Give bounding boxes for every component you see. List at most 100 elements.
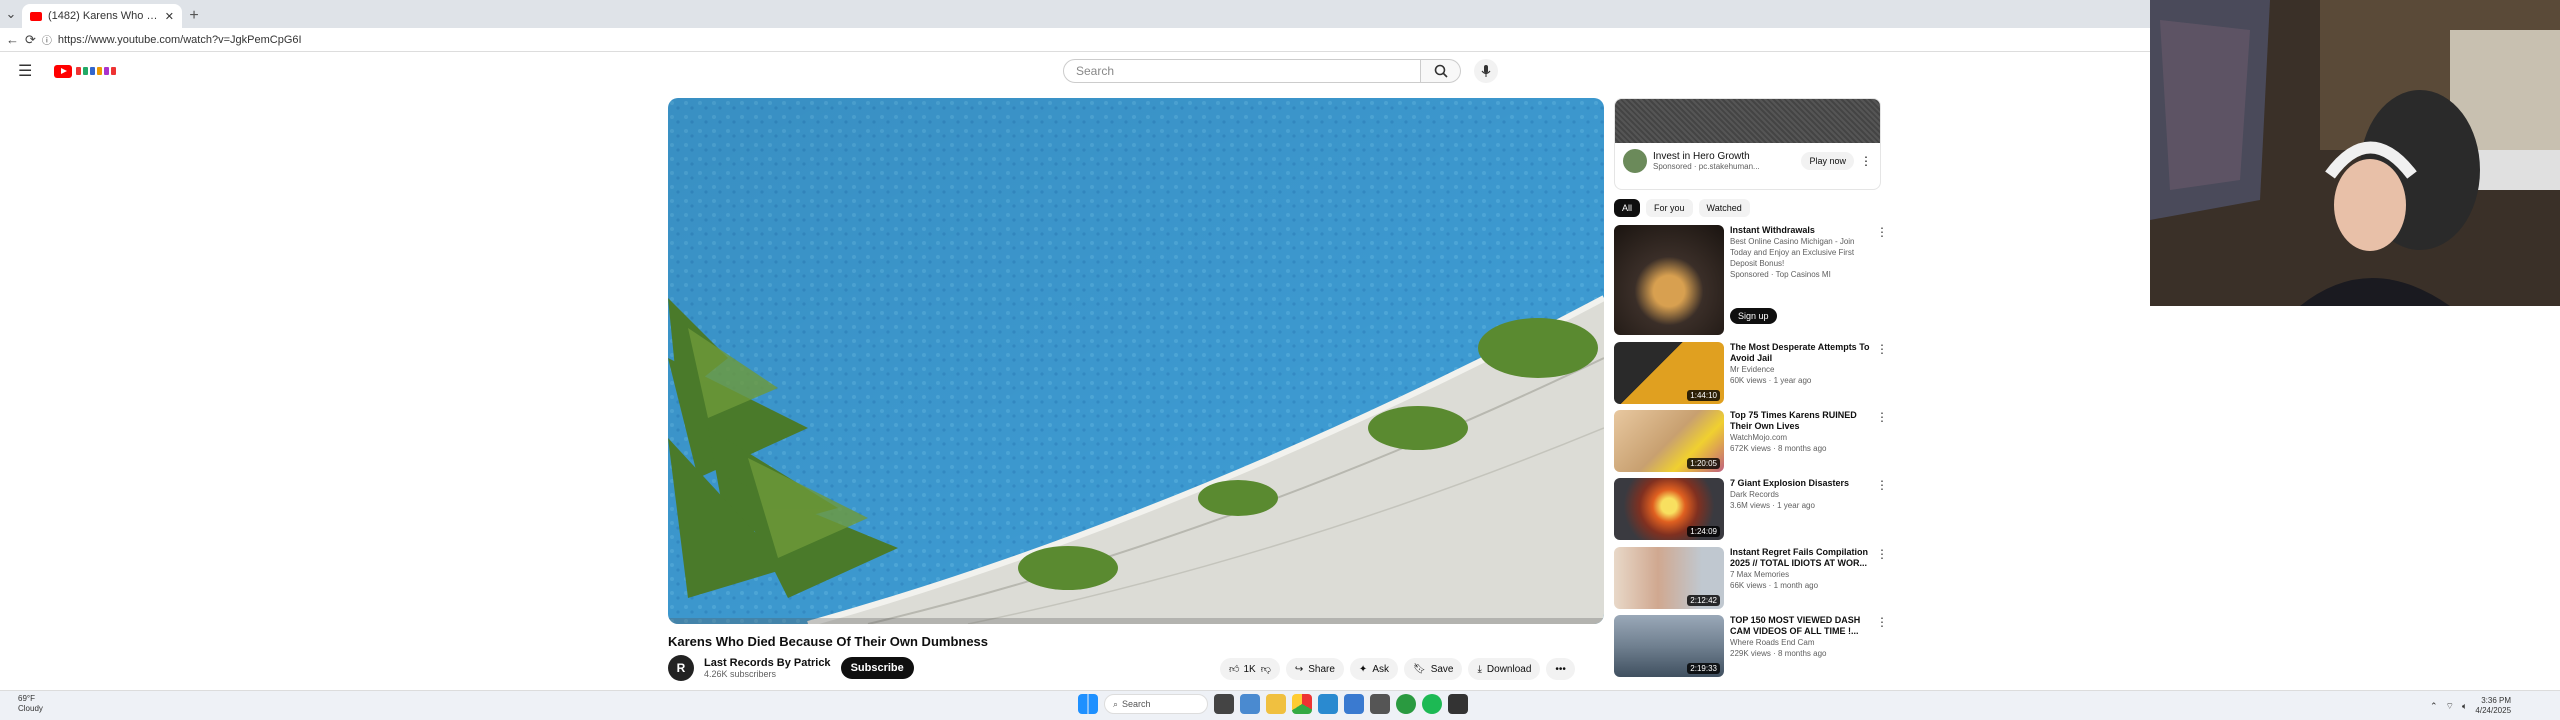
date: 4/24/2025 [2475, 706, 2512, 715]
microphone-icon [1481, 65, 1491, 77]
list-item[interactable]: Instant Withdrawals Best Online Casino M… [1614, 225, 1888, 335]
channel-info: Last Records By Patrick 4.26K subscriber… [704, 657, 831, 679]
ask-button[interactable]: ✦ Ask [1349, 658, 1398, 680]
video-thumbnail[interactable]: 2:12:42 [1614, 547, 1724, 609]
rec-title: Instant Withdrawals [1730, 225, 1815, 235]
clock[interactable]: 3:36 PM 4/24/2025 [2475, 696, 2511, 716]
app-icon[interactable] [1448, 694, 1468, 714]
list-item[interactable]: 2:19:33 TOP 150 MOST VIEWED DASH CAM VID… [1614, 615, 1888, 677]
site-info-icon[interactable]: ⓘ [42, 32, 52, 47]
tab-title: (1482) Karens Who Died Beca... [48, 10, 159, 22]
video-frame [668, 98, 1604, 624]
share-label: Share [1308, 663, 1335, 675]
list-item[interactable]: 1:20:05 Top 75 Times Karens RUINED Their… [1614, 410, 1888, 472]
taskbar-search[interactable]: ⌕ Search [1104, 694, 1208, 714]
volume-icon[interactable]: 🔈︎ [2462, 701, 2467, 712]
save-button[interactable]: 🔖︎ Save [1403, 658, 1463, 680]
kebab-icon[interactable]: ⋮ [1876, 225, 1888, 335]
rec-title: TOP 150 MOST VIEWED DASH CAM VIDEOS OF A… [1730, 615, 1861, 636]
weather-widget[interactable]: 69°F Cloudy [18, 694, 43, 714]
rec-meta: 3.6M views · 1 year ago [1730, 501, 1815, 510]
share-button[interactable]: ↪ Share [1285, 658, 1344, 680]
webcam-image [2150, 0, 2560, 306]
ask-label: Ask [1372, 663, 1389, 675]
xbox-icon[interactable] [1396, 694, 1416, 714]
chevron-up-icon[interactable]: ⌃ [2430, 701, 2438, 712]
rec-channel: 7 Max Memories [1730, 570, 1790, 579]
thumbs-down-icon: 👎︎ [1260, 664, 1271, 675]
search-button[interactable] [1421, 59, 1461, 83]
like-dislike-group: 👍︎ 1K 👎︎ [1220, 658, 1280, 680]
reload-icon[interactable]: ⟳ [25, 32, 36, 48]
chip-for-you[interactable]: For you [1646, 199, 1693, 217]
video-thumbnail[interactable]: 1:44:10 [1614, 342, 1724, 404]
chrome-icon[interactable] [1292, 694, 1312, 714]
search-input[interactable]: Search [1063, 59, 1421, 83]
rec-title: Top 75 Times Karens RUINED Their Own Liv… [1730, 410, 1857, 431]
channel-name[interactable]: Last Records By Patrick [704, 657, 831, 669]
calculator-icon[interactable] [1370, 694, 1390, 714]
doodle-logo-icon [76, 67, 117, 75]
tab-list-chevron-icon[interactable]: ⌄ [0, 0, 22, 28]
windows-start-icon[interactable] [1078, 694, 1098, 714]
bookmark-icon: 🔖︎ [1412, 663, 1426, 675]
app-icon[interactable] [1344, 694, 1364, 714]
video-thumbnail[interactable]: 1:20:05 [1614, 410, 1724, 472]
rec-channel: Mr Evidence [1730, 365, 1775, 374]
video-thumbnail[interactable] [1614, 225, 1724, 335]
subscriber-count: 4.26K subscribers [704, 669, 777, 679]
back-icon[interactable]: ← [6, 32, 19, 47]
list-item[interactable]: 1:44:10 The Most Desperate Attempts To A… [1614, 342, 1888, 404]
ad-play-button[interactable]: Play now [1801, 152, 1854, 170]
voice-search-button[interactable] [1474, 59, 1498, 83]
close-tab-icon[interactable]: ✕ [165, 10, 174, 23]
address-bar: ← ⟳ ⓘ https://www.youtube.com/watch?v=Jg… [0, 28, 2150, 52]
sponsored-ad-card[interactable]: Invest in Hero Growth Sponsored · pc.sta… [1614, 98, 1881, 190]
more-actions-button[interactable]: ••• [1546, 658, 1575, 680]
taskbar-search-label: Search [1122, 699, 1151, 709]
channel-row: R Last Records By Patrick 4.26K subscrib… [668, 655, 914, 681]
duration-badge: 1:44:10 [1687, 390, 1720, 401]
dislike-button[interactable]: 👎︎ [1261, 663, 1271, 675]
edge-icon[interactable] [1240, 694, 1260, 714]
url-field[interactable]: https://www.youtube.com/watch?v=JgkPemCp… [58, 34, 302, 46]
new-tab-button[interactable]: + [182, 4, 206, 28]
download-label: Download [1486, 663, 1532, 675]
spotify-icon[interactable] [1422, 694, 1442, 714]
rec-channel: WatchMojo.com [1730, 433, 1788, 442]
chip-watched[interactable]: Watched [1698, 199, 1750, 217]
channel-avatar[interactable]: R [668, 655, 694, 681]
video-actions: 👍︎ 1K 👎︎ ↪ Share ✦ Ask 🔖︎ Save ⤓ Downloa… [1220, 658, 1575, 680]
kebab-icon[interactable]: ⋮ [1876, 615, 1888, 677]
network-icon[interactable]: ⌔ [2446, 701, 2454, 712]
like-count: 1K [1243, 663, 1256, 675]
ad-kebab-icon[interactable]: ⋮ [1860, 154, 1872, 168]
download-button[interactable]: ⤓ Download [1468, 658, 1541, 680]
browser-tab[interactable]: (1482) Karens Who Died Beca... ✕ [22, 4, 182, 28]
menu-icon[interactable]: ☰ [18, 61, 32, 81]
kebab-icon[interactable]: ⋮ [1876, 342, 1888, 404]
task-view-icon[interactable] [1214, 694, 1234, 714]
file-explorer-icon[interactable] [1266, 694, 1286, 714]
kebab-icon[interactable]: ⋮ [1876, 410, 1888, 472]
browser-icon[interactable] [1318, 694, 1338, 714]
youtube-play-icon [54, 64, 73, 78]
video-thumbnail[interactable]: 2:19:33 [1614, 615, 1724, 677]
video-thumbnail[interactable]: 1:24:09 [1614, 478, 1724, 540]
ad-title: Invest in Hero Growth [1653, 151, 1750, 162]
subscribe-button[interactable]: Subscribe [840, 657, 914, 679]
taskbar-apps: ⌕ Search [1078, 694, 1468, 714]
youtube-logo[interactable] [54, 64, 118, 78]
list-item[interactable]: 1:24:09 7 Giant Explosion Disasters Dark… [1614, 478, 1888, 540]
like-button[interactable]: 👍︎ 1K [1229, 663, 1256, 676]
chip-all[interactable]: All [1614, 199, 1641, 217]
list-item[interactable]: 2:12:42 Instant Regret Fails Compilation… [1614, 547, 1888, 609]
kebab-icon[interactable]: ⋮ [1876, 547, 1888, 609]
sign-up-button[interactable]: Sign up [1730, 308, 1777, 324]
rec-channel: Where Roads End Cam [1730, 638, 1815, 647]
kebab-icon[interactable]: ⋮ [1876, 478, 1888, 540]
ad-logo [1623, 149, 1647, 173]
video-player[interactable] [668, 98, 1604, 624]
time: 3:36 PM [2481, 696, 2512, 705]
rec-channel: Dark Records [1730, 490, 1779, 499]
